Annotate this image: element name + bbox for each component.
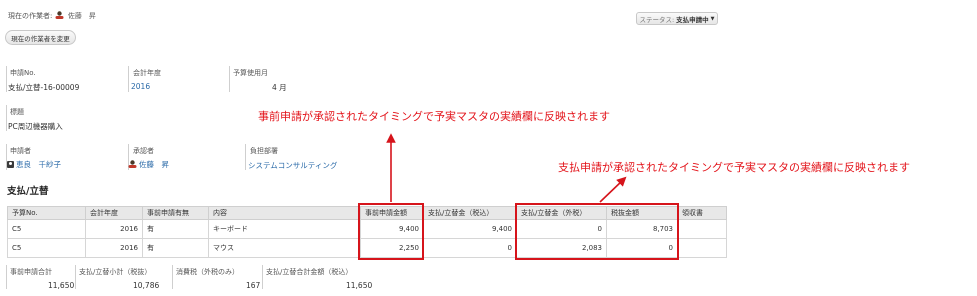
pre-total-label: 事前申請合計 [10,268,52,276]
pre-total-value: 11,650 [48,281,75,290]
grand-total-label: 支払/立替合計金額（税込） [266,268,353,276]
tax-label: 消費税（外税のみ） [176,268,239,276]
annotation-arrows [386,133,627,203]
payment-arrow [599,176,627,203]
subtotal-label: 支払/立替小計（税抜） [79,268,152,276]
tax-value: 167 [246,281,261,290]
subtotal-value: 10,786 [133,281,160,290]
grand-total-value: 11,650 [346,281,373,290]
